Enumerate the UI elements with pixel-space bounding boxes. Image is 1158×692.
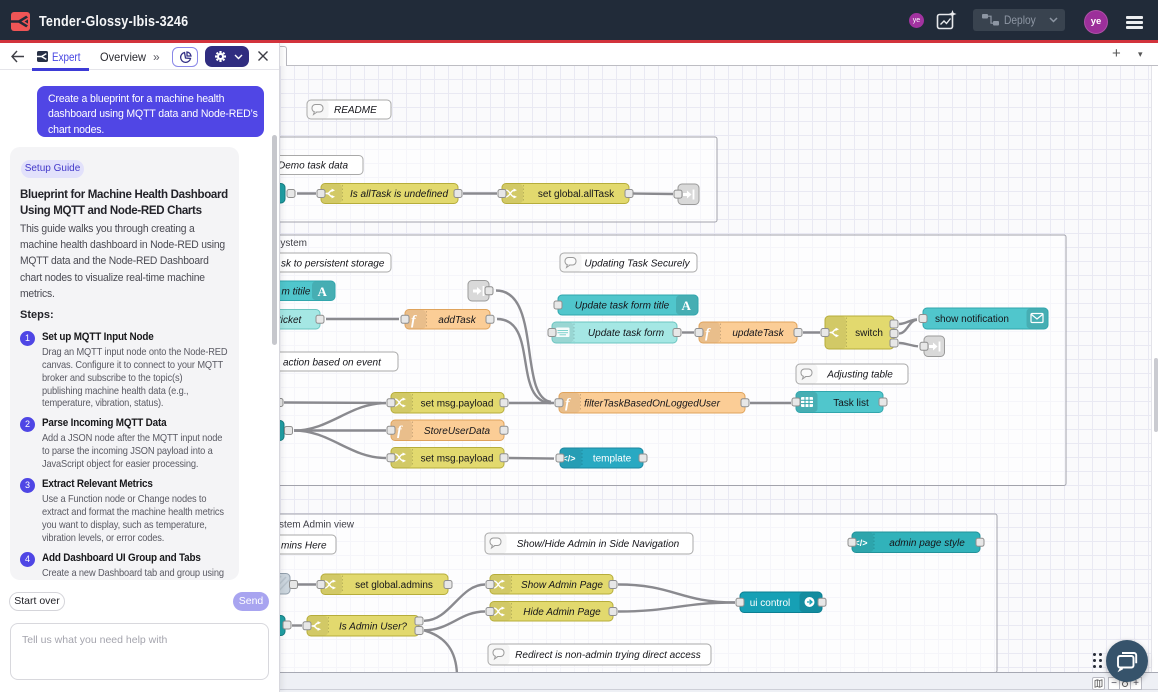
svg-text:A: A (682, 298, 692, 313)
svg-text:README: README (334, 105, 377, 116)
svg-text:Update task form title: Update task form title (575, 301, 670, 312)
svg-text:Redirect is non-admin trying d: Redirect is non-admin trying direct acce… (515, 650, 701, 661)
svg-text:Update task form: Update task form (588, 328, 664, 339)
svg-text:Show Admin Page: Show Admin Page (521, 580, 603, 591)
svg-text:m titile: m titile (282, 287, 311, 298)
svg-text:Is allTask is undefined: Is allTask is undefined (350, 189, 448, 200)
svg-text:set msg.payload: set msg.payload (421, 399, 494, 410)
svg-text:Demo task data: Demo task data (278, 161, 348, 172)
svg-text:action based on event: action based on event (283, 358, 382, 369)
svg-text:Adjusting table: Adjusting table (826, 370, 893, 381)
svg-text:sk to persistent storage: sk to persistent storage (281, 259, 385, 270)
svg-text:set global.allTask: set global.allTask (538, 189, 615, 200)
svg-text:Hide Admin Page: Hide Admin Page (523, 607, 601, 618)
svg-text:updateTask: updateTask (732, 328, 784, 339)
svg-text:Is Admin User?: Is Admin User? (339, 622, 407, 633)
svg-text:set global.admins: set global.admins (355, 580, 433, 591)
svg-text:template: template (593, 454, 632, 465)
svg-text:Show/Hide Admin in Side Naviga: Show/Hide Admin in Side Navigation (517, 539, 680, 550)
svg-text:ui control: ui control (750, 598, 791, 609)
svg-text:show notification: show notification (935, 314, 1009, 325)
svg-text:A: A (318, 284, 328, 299)
svg-text:mins Here: mins Here (281, 541, 327, 552)
svg-text:filterTaskBasedOnLoggedUser: filterTaskBasedOnLoggedUser (584, 399, 720, 410)
svg-text:set msg.payload: set msg.payload (421, 454, 494, 465)
svg-text:ticket: ticket (278, 315, 303, 326)
svg-text:Updating Task Securely: Updating Task Securely (584, 259, 690, 270)
svg-text:StoreUserData: StoreUserData (424, 426, 491, 437)
svg-text:Task list: Task list (833, 398, 869, 409)
svg-text:addTask: addTask (438, 315, 476, 326)
svg-text:switch: switch (855, 328, 883, 339)
svg-text:admin page style: admin page style (889, 538, 965, 549)
